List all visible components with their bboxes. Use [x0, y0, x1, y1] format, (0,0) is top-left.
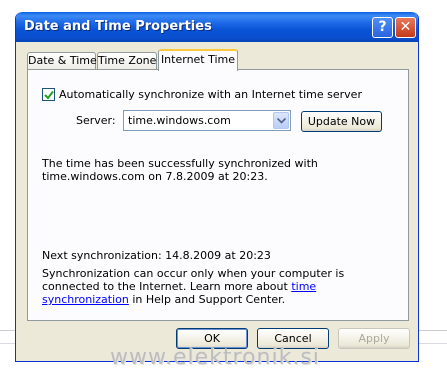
chevron-down-icon [277, 118, 286, 124]
close-button[interactable]: ✕ [395, 17, 416, 38]
auto-sync-checkbox[interactable] [42, 88, 55, 101]
help-button[interactable]: ? [372, 17, 393, 38]
tab-internet-time[interactable]: Internet Time [158, 49, 238, 71]
server-dropdown-button[interactable] [273, 112, 289, 129]
server-combobox[interactable]: time.windows.com [123, 110, 291, 131]
title-bar[interactable]: Date and Time Properties ? ✕ [16, 12, 418, 42]
tab-date-time[interactable]: Date & Time [27, 52, 97, 70]
auto-sync-label[interactable]: Automatically synchronize with an Intern… [59, 88, 362, 101]
watermark: www.elektronik.si [110, 345, 320, 370]
next-sync-text: Next synchronization: 14.8.2009 at 20:23 [42, 249, 271, 262]
apply-button[interactable]: Apply [338, 328, 410, 349]
date-time-properties-dialog: Date and Time Properties ? ✕ Date & Time… [15, 12, 419, 362]
sync-status-message: The time has been successfully synchroni… [42, 157, 318, 183]
server-value[interactable]: time.windows.com [128, 114, 231, 127]
internet-time-panel: Automatically synchronize with an Intern… [27, 69, 409, 321]
tab-time-zone[interactable]: Time Zone [97, 52, 157, 70]
sync-note-text-end: in Help and Support Center. [128, 293, 286, 306]
server-label: Server: [76, 114, 116, 127]
checkmark-icon [44, 90, 54, 100]
sync-note: Synchronization can occur only when your… [42, 267, 402, 306]
update-now-button[interactable]: Update Now [301, 111, 382, 132]
window-title: Date and Time Properties [24, 19, 212, 34]
